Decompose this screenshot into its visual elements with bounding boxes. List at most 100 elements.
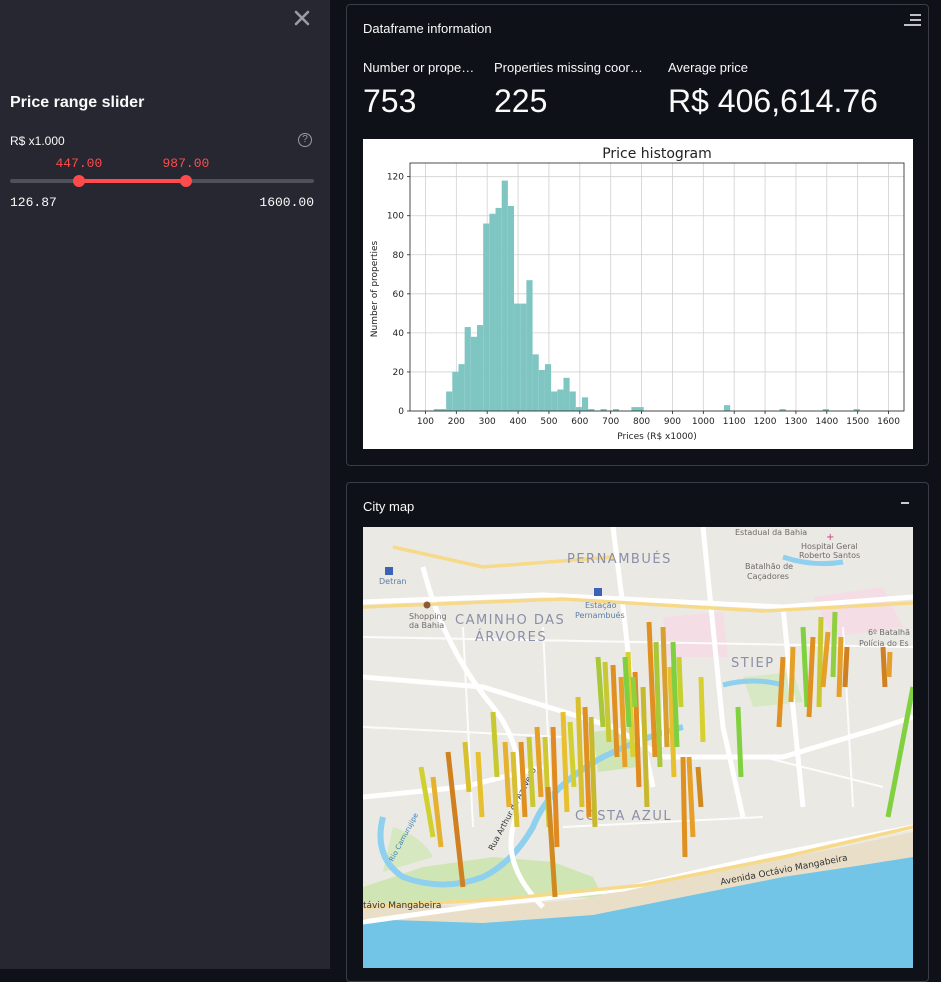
histogram-bar	[637, 407, 644, 411]
transit-icon	[594, 588, 602, 596]
slider-label: R$ x1.000	[10, 134, 65, 148]
histogram-bar	[446, 391, 453, 411]
x-tick-label: 800	[633, 417, 650, 427]
map-label-pernambues: PERNAMBUÉS	[567, 551, 672, 567]
map-label-octavio-left: távio Mangabeira	[363, 901, 441, 911]
histogram-bar	[514, 303, 521, 411]
histogram-bar	[551, 391, 558, 411]
price-histogram: Price histogram Prices (R$ x1000) Number…	[363, 139, 913, 449]
y-tick-label: 0	[398, 407, 404, 417]
x-tick-label: 600	[571, 417, 588, 427]
slider-low-value: 447.00	[55, 156, 103, 171]
metric-value-count: 753	[363, 83, 417, 119]
map-label-detran: Detran	[379, 577, 406, 586]
map-panel-title: City map	[363, 499, 415, 514]
histogram-bar	[489, 213, 496, 411]
y-tick-label: 120	[387, 173, 404, 183]
histogram-bar	[501, 180, 508, 411]
histogram-bar	[723, 405, 731, 411]
histogram-bar	[458, 364, 465, 411]
map-label-cacadores: Caçadores	[747, 572, 789, 581]
x-tick-label: 300	[479, 417, 496, 427]
histogram-bar	[495, 207, 502, 411]
help-icon[interactable]: ?	[298, 133, 312, 147]
histogram-svg: Price histogram Prices (R$ x1000) Number…	[370, 146, 905, 442]
y-tick-label: 80	[393, 251, 405, 261]
x-tick-label: 500	[540, 417, 557, 427]
map-label-hospital: Hospital Geral	[801, 542, 858, 551]
shopping-icon	[423, 601, 431, 609]
y-tick-label: 20	[393, 368, 405, 378]
x-tick-label: 1300	[784, 417, 807, 427]
metric-value-missing: 225	[494, 83, 548, 119]
x-tick-label: 1600	[877, 417, 900, 427]
sidebar: Price range slider R$ x1.000 ? 447.00 98…	[0, 0, 330, 969]
dataframe-panel-title: Dataframe information	[363, 21, 492, 36]
x-tick-label: 1200	[754, 417, 777, 427]
y-tick-label: 100	[387, 212, 404, 222]
dataframe-panel: Dataframe information Number or prope… 7…	[346, 4, 929, 466]
map-label-policia: 6º Batalhã	[868, 628, 910, 637]
sidebar-title: Price range slider	[10, 94, 145, 111]
map-label-stiep: STIEP	[731, 656, 775, 671]
map-label-hospital-name: Roberto Santos	[799, 551, 860, 560]
map-label-estacao: Estação	[585, 601, 617, 610]
collapse-icon[interactable]	[899, 499, 911, 507]
map-label-policia-es: Polícia do Es	[859, 639, 909, 648]
metric-label-count: Number or prope…	[363, 60, 475, 75]
menu-icon[interactable]	[902, 13, 922, 27]
slider-max-label: 1600.00	[259, 195, 314, 210]
slider-range-fill	[79, 179, 187, 183]
histogram-bar	[464, 327, 471, 411]
slider-high-thumb[interactable]	[180, 175, 193, 187]
x-axis-label: Prices (R$ x1000)	[617, 432, 697, 442]
x-tick-label: 400	[509, 417, 526, 427]
map-label-estacao-pernambues: Pernambués	[575, 610, 625, 620]
metric-label-missing: Properties missing coor…	[494, 60, 643, 75]
histogram-bar	[538, 369, 545, 411]
y-tick-label: 60	[393, 290, 405, 300]
city-map[interactable]: PERNAMBUÉS CAMINHO DAS ÁRVORES STIEP COS…	[363, 527, 913, 968]
histogram-bar	[557, 389, 564, 411]
histogram-bar	[544, 364, 552, 411]
histogram-bar	[452, 371, 459, 411]
map-label-shopping-bahia: da Bahia	[409, 621, 444, 630]
histogram-bar	[532, 354, 539, 411]
transit-icon	[385, 567, 393, 575]
slider-min-label: 126.87	[10, 195, 57, 210]
map-label-arvores: ÁRVORES	[475, 629, 547, 645]
map-label-estadual: Estadual da Bahia	[735, 528, 807, 537]
close-icon[interactable]	[293, 9, 311, 27]
slider-high-value: 987.00	[162, 156, 210, 171]
map-label-caminho-das: CAMINHO DAS	[455, 613, 565, 628]
x-tick-label: 700	[602, 417, 619, 427]
histogram-bar	[470, 336, 477, 411]
x-tick-label: 900	[664, 417, 681, 427]
histogram-bar	[563, 377, 570, 411]
histogram-bar	[476, 325, 484, 411]
map-label-shopping: Shopping	[409, 612, 447, 621]
slider-low-thumb[interactable]	[73, 175, 86, 187]
metric-value-average: R$ 406,614.76	[668, 83, 878, 119]
x-tick-label: 100	[417, 417, 434, 427]
histogram-bar	[507, 205, 515, 411]
metric-label-average: Average price	[668, 60, 748, 75]
x-tick-label: 1000	[692, 417, 715, 427]
y-tick-label: 40	[393, 329, 405, 339]
map-svg: PERNAMBUÉS CAMINHO DAS ÁRVORES STIEP COS…	[363, 527, 913, 968]
histogram-bar	[483, 223, 490, 411]
histogram-bar	[631, 407, 638, 411]
map-label-batalhao: Batalhão de	[745, 562, 793, 571]
x-tick-label: 200	[448, 417, 465, 427]
histogram-bar	[526, 280, 533, 411]
histogram-bar	[575, 407, 582, 411]
map-panel: City map PERNAMBUÉS CAMINHO DAS ÁRVORES …	[346, 482, 929, 982]
chart-title: Price histogram	[602, 146, 712, 162]
x-tick-label: 1500	[846, 417, 869, 427]
hospital-icon: +	[826, 532, 834, 543]
y-axis-label: Number of properties	[370, 240, 380, 337]
histogram-bar	[569, 391, 576, 411]
x-tick-label: 1400	[815, 417, 838, 427]
histogram-bar	[520, 303, 527, 411]
histogram-bar	[581, 397, 589, 411]
